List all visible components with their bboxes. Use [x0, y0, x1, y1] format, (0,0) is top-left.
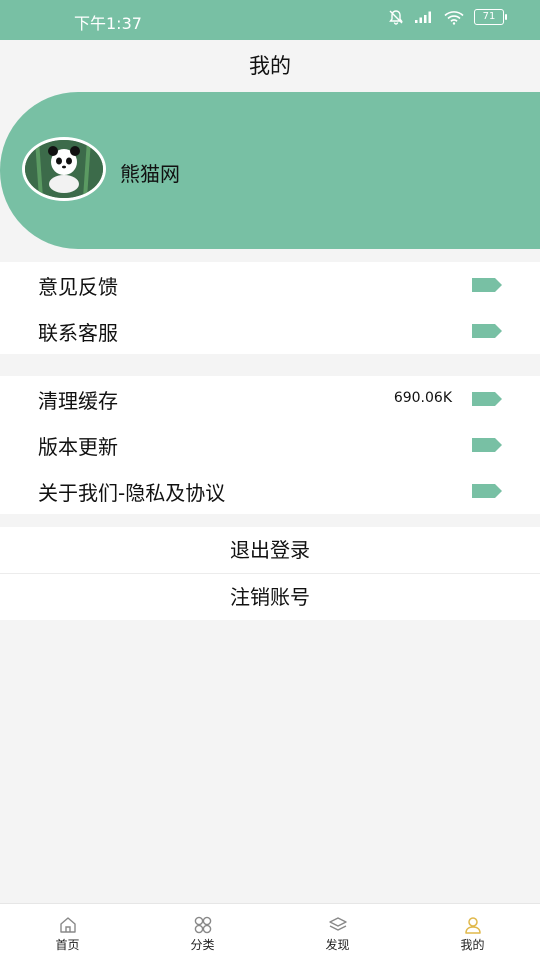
- signal-icon: [415, 11, 431, 23]
- status-bar: 下午1:37 71: [0, 0, 540, 40]
- tab-label: 发现: [325, 938, 350, 952]
- panda-avatar-icon[interactable]: [22, 137, 106, 201]
- arrow-tag-icon: [472, 324, 502, 338]
- tab-category[interactable]: 分类: [135, 904, 270, 961]
- category-icon: [194, 916, 211, 934]
- menu-item-about-privacy[interactable]: 关于我们-隐私及协议: [0, 468, 540, 514]
- cache-size-value: 690.06K: [393, 390, 452, 406]
- layers-icon: [328, 917, 347, 931]
- arrow-tag-icon: [472, 484, 502, 498]
- menu-group-feedback: 意见反馈 联系客服: [0, 262, 540, 354]
- tab-label: 分类: [190, 938, 215, 952]
- menu-item-customer-service[interactable]: 联系客服: [0, 308, 540, 354]
- bottom-nav: 首页 分类 发现 我的: [0, 903, 540, 961]
- home-icon: [59, 917, 76, 933]
- menu-item-label: 联系客服: [38, 321, 118, 345]
- wifi-icon: [444, 10, 464, 25]
- tab-label: 我的: [460, 938, 485, 952]
- battery-indicator: 71: [474, 9, 507, 25]
- profile-name: 熊猫网: [120, 162, 180, 186]
- arrow-tag-icon: [472, 278, 502, 292]
- menu-item-label: 版本更新: [38, 435, 118, 459]
- status-icons: 71: [388, 9, 507, 25]
- page-title: 我的: [249, 54, 291, 78]
- menu-item-version-update[interactable]: 版本更新: [0, 422, 540, 468]
- account-actions: 退出登录 注销账号: [0, 527, 540, 620]
- tab-mine[interactable]: 我的: [405, 904, 540, 961]
- bell-muted-icon: [389, 10, 403, 25]
- arrow-tag-icon: [472, 392, 502, 406]
- user-icon: [464, 917, 481, 934]
- menu-item-label: 关于我们-隐私及协议: [38, 481, 226, 505]
- profile-card[interactable]: 熊猫网: [0, 92, 540, 249]
- menu-item-feedback[interactable]: 意见反馈: [0, 262, 540, 308]
- delete-account-button[interactable]: 注销账号: [0, 574, 540, 620]
- menu-item-label: 清理缓存: [38, 389, 118, 413]
- menu-group-settings: 清理缓存 690.06K 版本更新 关于我们-隐私及协议: [0, 376, 540, 514]
- status-time: 下午1:37: [74, 14, 142, 33]
- tab-label: 首页: [55, 938, 80, 952]
- menu-item-clear-cache[interactable]: 清理缓存 690.06K: [0, 376, 540, 422]
- arrow-tag-icon: [472, 438, 502, 452]
- menu-item-label: 意见反馈: [38, 275, 118, 299]
- logout-button[interactable]: 退出登录: [0, 527, 540, 573]
- tab-home[interactable]: 首页: [0, 904, 135, 961]
- tab-discover[interactable]: 发现: [270, 904, 405, 961]
